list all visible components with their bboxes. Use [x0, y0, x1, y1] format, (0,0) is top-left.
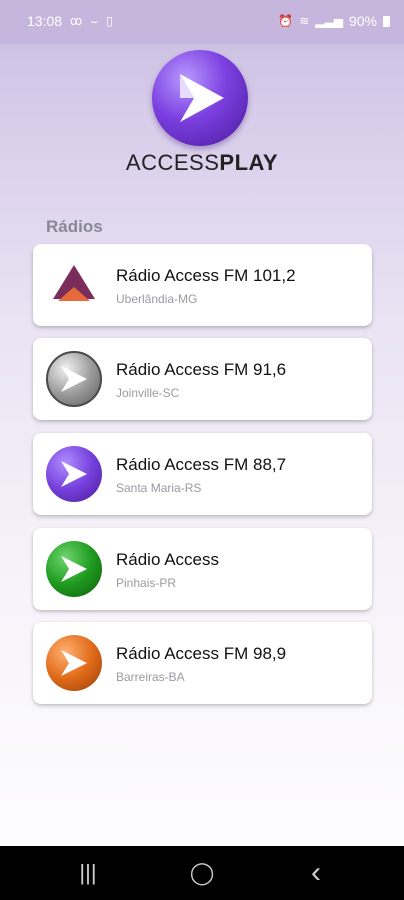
play-arrow-icon	[46, 541, 102, 597]
section-title: Rádios	[46, 217, 103, 236]
alarm-icon: ⏰	[278, 14, 294, 28]
station-name: Rádio Access FM 91,6	[116, 360, 287, 379]
battery-percent: 90%	[348, 13, 377, 29]
brand-part2: PLAY	[219, 150, 279, 175]
status-bar: 13:08 ꝏ ⌣ ▯ ⏰ ≋ ▂▃▅ 90%	[0, 0, 404, 44]
station-card[interactable]: Rádio Access FM 91,6 Joinville-SC	[33, 338, 372, 420]
brand-title: ACCESSPLAY	[0, 150, 404, 176]
call-icon: ⌣	[90, 14, 99, 28]
station-city: Pinhais-PR	[116, 576, 177, 590]
station-city: Joinville-SC	[116, 386, 180, 400]
station-card[interactable]: Rádio Access FM 88,7 Santa Maria-RS	[33, 433, 372, 515]
access-fm-logo-icon	[46, 257, 102, 313]
back-button[interactable]: ‹	[296, 858, 336, 888]
wifi-icon: ≋	[299, 14, 310, 28]
station-city: Uberlândia-MG	[116, 292, 198, 306]
station-card[interactable]: Rádio Access FM 98,9 Barreiras-BA	[33, 622, 372, 704]
voicemail-icon: ꝏ	[70, 14, 83, 28]
play-arrow-icon	[46, 351, 102, 407]
recent-apps-button[interactable]: |||	[68, 860, 108, 886]
station-name: Rádio Access	[116, 550, 219, 569]
accessplay-logo-icon	[152, 50, 248, 146]
battery-icon	[383, 15, 390, 27]
home-button[interactable]: ◯	[182, 860, 222, 886]
navigation-bar: ||| ◯ ‹	[0, 846, 404, 900]
play-arrow-icon	[46, 635, 102, 691]
station-name: Rádio Access FM 101,2	[116, 266, 296, 285]
status-right: ⏰ ≋ ▂▃▅ 90%	[278, 13, 390, 29]
vibrate-icon: ▯	[106, 14, 113, 28]
station-card[interactable]: Rádio Access Pinhais-PR	[33, 528, 372, 610]
status-left: 13:08 ꝏ ⌣ ▯	[27, 13, 113, 29]
brand-part1: ACCESS	[125, 150, 220, 175]
station-city: Barreiras-BA	[116, 670, 185, 684]
station-name: Rádio Access FM 98,9	[116, 644, 287, 663]
station-name: Rádio Access FM 88,7	[116, 455, 287, 474]
play-arrow-icon	[46, 446, 102, 502]
signal-icon: ▂▃▅	[315, 14, 343, 28]
station-city: Santa Maria-RS	[116, 481, 202, 495]
station-card[interactable]: Rádio Access FM 101,2 Uberlândia-MG	[33, 244, 372, 326]
clock: 13:08	[27, 13, 63, 29]
